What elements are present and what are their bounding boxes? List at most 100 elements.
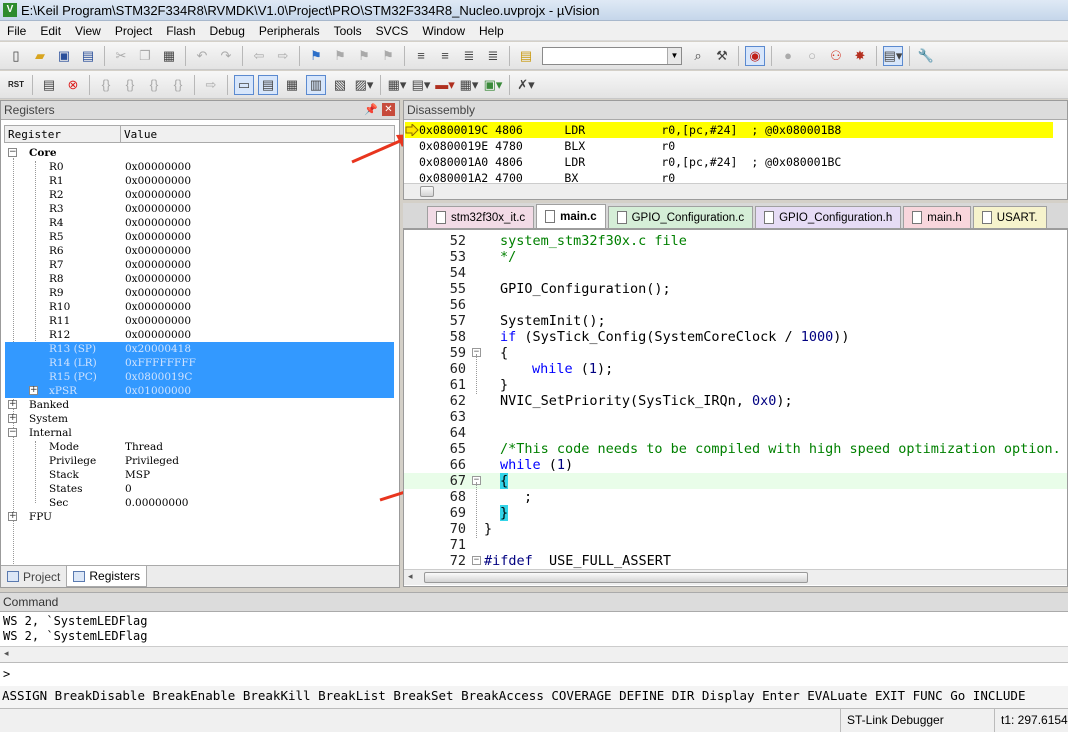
- watch-window-icon[interactable]: ▨▾: [354, 75, 374, 95]
- internal-value[interactable]: 0.00000000: [125, 496, 188, 510]
- save-icon[interactable]: ▣: [54, 46, 74, 66]
- collapse-icon[interactable]: −: [8, 148, 17, 157]
- register-row[interactable]: R6 0x00000000: [5, 244, 394, 258]
- step-into-icon[interactable]: {}: [96, 75, 116, 95]
- internal-row[interactable]: Privilege Privileged: [5, 454, 394, 468]
- column-value[interactable]: Value: [121, 126, 157, 142]
- register-row[interactable]: R12 0x00000000: [5, 328, 394, 342]
- close-icon[interactable]: ✕: [382, 103, 395, 116]
- toolbox-icon[interactable]: ✗▾: [516, 75, 536, 95]
- show-next-statement-icon[interactable]: ⇨: [201, 75, 221, 95]
- pin-icon[interactable]: 📌: [364, 103, 378, 116]
- editor-tab[interactable]: main.c: [536, 204, 606, 228]
- tree-node-internal[interactable]: − Internal: [5, 426, 394, 440]
- register-row[interactable]: R14 (LR) 0xFFFFFFFF: [5, 356, 394, 370]
- command-input[interactable]: >: [0, 662, 1068, 686]
- collapse-icon[interactable]: −: [8, 428, 17, 437]
- register-value[interactable]: 0x0800019C: [125, 370, 192, 384]
- step-over-icon[interactable]: {}: [120, 75, 140, 95]
- register-row[interactable]: R1 0x00000000: [5, 174, 394, 188]
- menu-project[interactable]: Project: [108, 24, 159, 38]
- register-row[interactable]: R8 0x00000000: [5, 272, 394, 286]
- register-value[interactable]: 0x00000000: [125, 300, 191, 314]
- breakpoint-kill-all-icon[interactable]: ✸: [850, 46, 870, 66]
- editor-tab[interactable]: GPIO_Configuration.h: [755, 206, 902, 228]
- internal-row[interactable]: Stack MSP: [5, 468, 394, 482]
- call-stack-icon[interactable]: ▧: [330, 75, 350, 95]
- trace-window-icon[interactable]: ▦▾: [459, 75, 479, 95]
- scroll-thumb[interactable]: [420, 186, 434, 197]
- analysis-window-icon[interactable]: ▬▾: [435, 75, 455, 95]
- register-row[interactable]: R2 0x00000000: [5, 188, 394, 202]
- register-value[interactable]: 0x00000000: [125, 216, 191, 230]
- register-row[interactable]: R10 0x00000000: [5, 300, 394, 314]
- code-editor[interactable]: 52 system_stm32f30x.c file 53 */ 54 55 GPIO…: [403, 229, 1068, 587]
- disassembly-window-icon[interactable]: ▤: [258, 74, 278, 95]
- find-combo[interactable]: ▼: [542, 46, 682, 65]
- scroll-left-icon[interactable]: ◂: [408, 571, 413, 582]
- symbols-window-icon[interactable]: ▦: [282, 75, 302, 95]
- register-value[interactable]: 0x00000000: [125, 230, 191, 244]
- save-all-icon[interactable]: ▤: [78, 46, 98, 66]
- register-value[interactable]: 0x00000000: [125, 272, 191, 286]
- register-row[interactable]: R9 0x00000000: [5, 286, 394, 300]
- find-in-files-icon[interactable]: ▤: [516, 46, 536, 66]
- system-viewer-icon[interactable]: ▣▾: [483, 75, 503, 95]
- tree-node-system[interactable]: + System: [5, 412, 394, 426]
- debug-session-icon[interactable]: ◉: [745, 45, 765, 66]
- editor-tab[interactable]: GPIO_Configuration.c: [607, 206, 754, 228]
- menu-svcs[interactable]: SVCS: [369, 24, 416, 38]
- fold-toggle-icon[interactable]: −: [472, 556, 481, 565]
- disassembly-row[interactable]: 0x0800019E 4780 BLX r0: [419, 138, 1067, 154]
- next-bookmark-icon[interactable]: ⚑: [354, 46, 374, 66]
- menu-tools[interactable]: Tools: [327, 24, 369, 38]
- comment-icon[interactable]: ≣: [459, 46, 479, 66]
- register-row[interactable]: R15 (PC) 0x0800019C: [5, 370, 394, 384]
- menu-edit[interactable]: Edit: [33, 24, 68, 38]
- register-row[interactable]: R7 0x00000000: [5, 258, 394, 272]
- register-row[interactable]: R13 (SP) 0x20000418: [5, 342, 394, 356]
- register-value[interactable]: 0x00000000: [125, 174, 191, 188]
- run-icon[interactable]: ▤: [39, 75, 59, 95]
- register-row[interactable]: R11 0x00000000: [5, 314, 394, 328]
- register-row[interactable]: R5 0x00000000: [5, 230, 394, 244]
- register-value[interactable]: 0x01000000: [125, 384, 191, 398]
- clear-bookmarks-icon[interactable]: ⚑: [378, 46, 398, 66]
- breakpoint-disable-all-icon[interactable]: ⚇: [826, 46, 846, 66]
- internal-row[interactable]: Sec 0.00000000: [5, 496, 394, 510]
- disassembly-hscroll[interactable]: [404, 183, 1067, 199]
- expand-icon[interactable]: +: [8, 512, 17, 521]
- internal-row[interactable]: States 0: [5, 482, 394, 496]
- internal-value[interactable]: Thread: [125, 440, 163, 454]
- find-icon[interactable]: ⌕: [688, 46, 708, 66]
- prev-bookmark-icon[interactable]: ⚑: [330, 46, 350, 66]
- tree-node-core[interactable]: − Core: [5, 146, 394, 160]
- memory-window-icon[interactable]: ▦▾: [387, 75, 407, 95]
- redo-icon[interactable]: ↷: [216, 46, 236, 66]
- configure-icon[interactable]: 🔧: [916, 46, 936, 66]
- indent-icon[interactable]: ≡: [411, 46, 431, 66]
- breakpoint-insert-icon[interactable]: ●: [778, 46, 798, 66]
- internal-value[interactable]: Privileged: [125, 454, 179, 468]
- tab-registers[interactable]: Registers: [66, 566, 148, 587]
- register-value[interactable]: 0x00000000: [125, 202, 191, 216]
- tree-node-fpu[interactable]: + FPU: [5, 510, 394, 524]
- copy-icon[interactable]: ❐: [135, 46, 155, 66]
- register-row[interactable]: R0 0x00000000: [5, 160, 394, 174]
- expand-icon[interactable]: +: [8, 400, 17, 409]
- run-to-cursor-icon[interactable]: {}: [168, 75, 188, 95]
- registers-window-icon[interactable]: ▥: [306, 74, 326, 95]
- expand-icon[interactable]: +: [8, 414, 17, 423]
- paste-icon[interactable]: ▦: [159, 46, 179, 66]
- register-value[interactable]: 0x00000000: [125, 314, 191, 328]
- expand-icon[interactable]: +: [29, 386, 38, 395]
- window-layout-icon[interactable]: ▤▾: [883, 45, 903, 66]
- register-value[interactable]: 0xFFFFFFFF: [125, 356, 196, 370]
- register-value[interactable]: 0x00000000: [125, 258, 191, 272]
- tree-node-banked[interactable]: + Banked: [5, 398, 394, 412]
- internal-value[interactable]: MSP: [125, 468, 150, 482]
- register-row[interactable]: R4 0x00000000: [5, 216, 394, 230]
- register-value[interactable]: 0x00000000: [125, 188, 191, 202]
- register-row[interactable]: R3 0x00000000: [5, 202, 394, 216]
- editor-tab[interactable]: main.h: [903, 206, 971, 228]
